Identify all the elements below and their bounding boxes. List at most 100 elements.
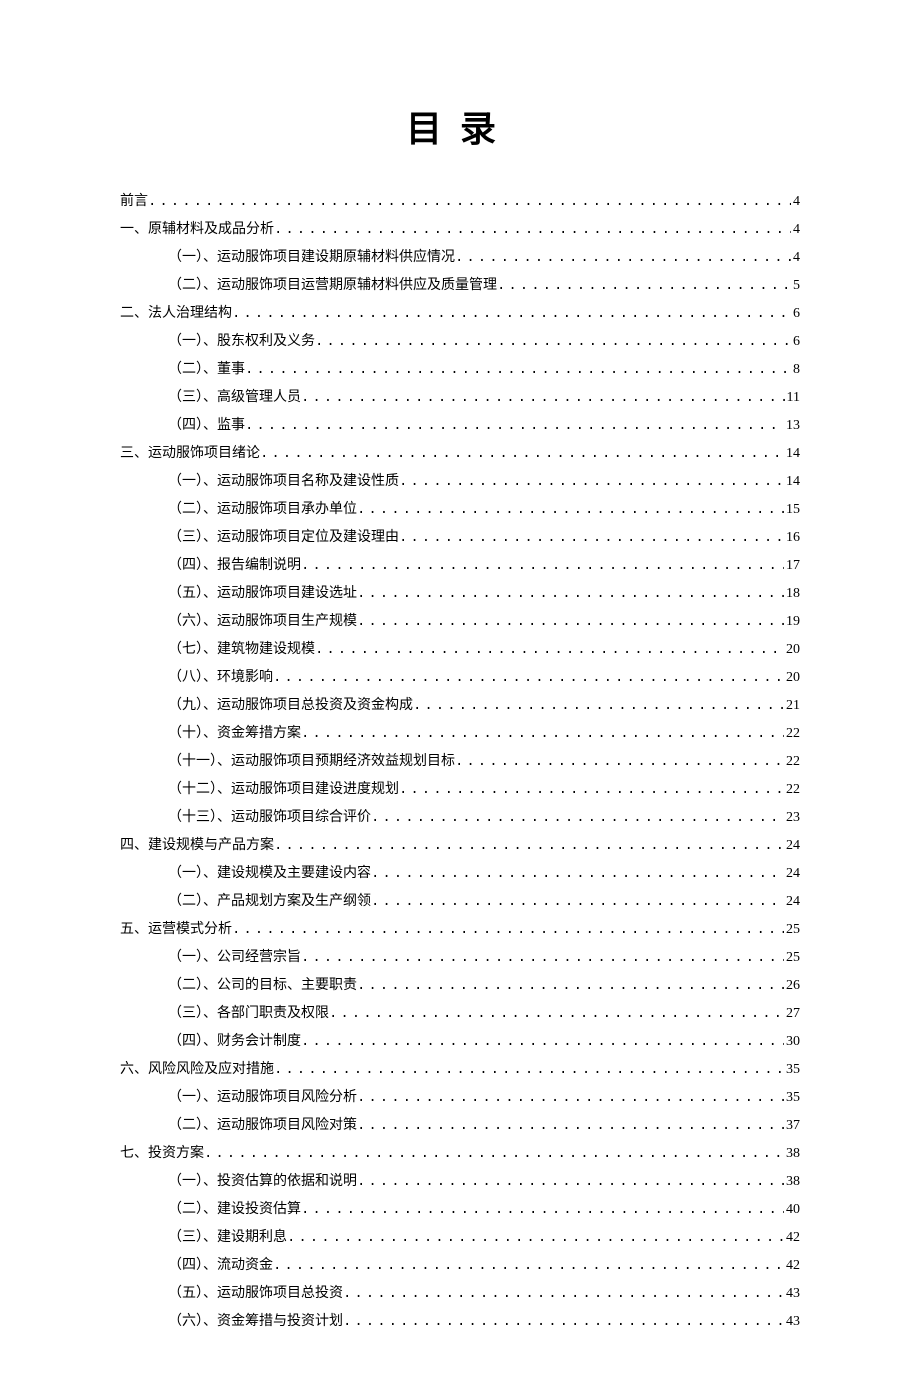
toc-entry-label: （二）、董事 (168, 356, 245, 384)
toc-entry: （十）、资金筹措方案..............................… (120, 720, 800, 748)
toc-entry: （一）、运动服饰项目名称及建设性质.......................… (120, 468, 800, 496)
toc-entry-label: （二）、公司的目标、主要职责 (168, 972, 357, 1000)
toc-entry: （二）、产品规划方案及生产纲领.........................… (120, 888, 800, 916)
toc-entry-label: （二）、建设投资估算 (168, 1196, 301, 1224)
toc-entry: （一）、投资估算的依据和说明..........................… (120, 1168, 800, 1196)
toc-entry-label: （二）、产品规划方案及生产纲领 (168, 888, 371, 916)
toc-entry-page: 22 (784, 720, 800, 748)
toc-entry-page: 23 (784, 804, 800, 832)
toc-leader-dots: ........................................… (301, 1196, 784, 1224)
toc-entry-page: 42 (784, 1252, 800, 1280)
toc-entry: （十三）、运动服饰项目综合评价.........................… (120, 804, 800, 832)
toc-entry-page: 17 (784, 552, 800, 580)
toc-entry: （五）、运动服饰项目总投资...........................… (120, 1280, 800, 1308)
toc-entry-page: 21 (784, 692, 800, 720)
toc-entry-label: （七）、建筑物建设规模 (168, 636, 315, 664)
toc-leader-dots: ........................................… (329, 1000, 784, 1028)
toc-entry-page: 38 (784, 1168, 800, 1196)
toc-leader-dots: ........................................… (357, 1084, 784, 1112)
toc-entry-page: 4 (791, 244, 800, 272)
toc-entry-page: 24 (784, 832, 800, 860)
toc-entry: （一）、建设规模及主要建设内容.........................… (120, 860, 800, 888)
toc-entry-label: （三）、高级管理人员 (168, 384, 301, 412)
toc-entry-label: 五、运营模式分析 (120, 916, 232, 944)
toc-leader-dots: ........................................… (245, 412, 784, 440)
toc-leader-dots: ........................................… (232, 916, 784, 944)
toc-entry-label: （九）、运动服饰项目总投资及资金构成 (168, 692, 413, 720)
toc-leader-dots: ........................................… (399, 468, 784, 496)
toc-entry-label: （一）、股东权利及义务 (168, 328, 315, 356)
toc-leader-dots: ........................................… (245, 356, 791, 384)
toc-leader-dots: ........................................… (301, 1028, 784, 1056)
toc-entry-page: 42 (784, 1224, 800, 1252)
toc-entry-page: 6 (791, 300, 800, 328)
toc-leader-dots: ........................................… (399, 524, 784, 552)
toc-entry-page: 18 (784, 580, 800, 608)
toc-entry-label: （四）、监事 (168, 412, 245, 440)
toc-entry: （二）、董事..................................… (120, 356, 800, 384)
toc-leader-dots: ........................................… (260, 440, 784, 468)
toc-entry-label: （一）、建设规模及主要建设内容 (168, 860, 371, 888)
toc-leader-dots: ........................................… (273, 1252, 784, 1280)
toc-leader-dots: ........................................… (232, 300, 791, 328)
toc-entry-page: 22 (784, 748, 800, 776)
toc-entry-page: 19 (784, 608, 800, 636)
toc-entry-label: （三）、运动服饰项目定位及建设理由 (168, 524, 399, 552)
toc-entry-label: （五）、运动服饰项目建设选址 (168, 580, 357, 608)
toc-leader-dots: ........................................… (357, 496, 784, 524)
toc-entry-label: （三）、各部门职责及权限 (168, 1000, 329, 1028)
toc-leader-dots: ........................................… (357, 972, 784, 1000)
toc-entry: 一、原辅材料及成品分析.............................… (120, 216, 800, 244)
toc-entry: （二）、运动服饰项目运营期原辅材料供应及质量管理................… (120, 272, 800, 300)
toc-entry-label: （六）、运动服饰项目生产规模 (168, 608, 357, 636)
toc-leader-dots: ........................................… (287, 1224, 784, 1252)
page-title: 目录 (120, 100, 800, 152)
toc-entry: 前言......................................… (120, 188, 800, 216)
toc-leader-dots: ........................................… (497, 272, 791, 300)
toc-entry: （三）、各部门职责及权限............................… (120, 1000, 800, 1028)
toc-entry-label: 三、运动服饰项目绪论 (120, 440, 260, 468)
toc-entry-page: 14 (784, 468, 800, 496)
toc-entry-label: （一）、公司经营宗旨 (168, 944, 301, 972)
toc-leader-dots: ........................................… (301, 944, 784, 972)
toc-entry: （七）、建筑物建设规模.............................… (120, 636, 800, 664)
toc-entry-label: （一）、投资估算的依据和说明 (168, 1168, 357, 1196)
toc-entry: （三）、运动服饰项目定位及建设理由.......................… (120, 524, 800, 552)
toc-entry: （二）、公司的目标、主要职责..........................… (120, 972, 800, 1000)
toc-entry-label: （二）、运动服饰项目风险对策 (168, 1112, 357, 1140)
toc-leader-dots: ........................................… (274, 1056, 784, 1084)
toc-entry: （四）、财务会计制度..............................… (120, 1028, 800, 1056)
toc-entry: （六）、资金筹措与投资计划...........................… (120, 1308, 800, 1336)
toc-leader-dots: ........................................… (357, 1168, 784, 1196)
toc-entry-page: 5 (791, 272, 800, 300)
toc-entry-page: 25 (784, 944, 800, 972)
toc-entry: 六、风险风险及应对措施.............................… (120, 1056, 800, 1084)
toc-entry-page: 43 (784, 1280, 800, 1308)
toc-leader-dots: ........................................… (315, 328, 791, 356)
toc-leader-dots: ........................................… (455, 244, 791, 272)
toc-entry-page: 16 (784, 524, 800, 552)
toc-entry-label: （十三）、运动服饰项目综合评价 (168, 804, 371, 832)
toc-leader-dots: ........................................… (343, 1308, 784, 1336)
toc-entry: （一）、运动服饰项目建设期原辅材料供应情况...................… (120, 244, 800, 272)
toc-entry: （三）、高级管理人员..............................… (120, 384, 800, 412)
toc-leader-dots: ........................................… (315, 636, 784, 664)
toc-entry-label: 前言 (120, 188, 148, 216)
toc-entry: （五）、运动服饰项目建设选址..........................… (120, 580, 800, 608)
toc-entry-label: （一）、运动服饰项目建设期原辅材料供应情况 (168, 244, 455, 272)
toc-entry: （二）、建设投资估算..............................… (120, 1196, 800, 1224)
toc-entry: （四）、流动资金................................… (120, 1252, 800, 1280)
toc-leader-dots: ........................................… (399, 776, 784, 804)
toc-entry-label: （二）、运动服饰项目运营期原辅材料供应及质量管理 (168, 272, 497, 300)
toc-leader-dots: ........................................… (357, 1112, 784, 1140)
toc-leader-dots: ........................................… (357, 580, 784, 608)
toc-entry-page: 24 (784, 888, 800, 916)
toc-leader-dots: ........................................… (371, 888, 784, 916)
toc-entry-page: 43 (784, 1308, 800, 1336)
toc-entry-label: （二）、运动服饰项目承办单位 (168, 496, 357, 524)
toc-entry-label: （十二）、运动服饰项目建设进度规划 (168, 776, 399, 804)
toc-entry: （十二）、运动服饰项目建设进度规划.......................… (120, 776, 800, 804)
toc-entry-label: （八）、环境影响 (168, 664, 273, 692)
toc-entry-label: （一）、运动服饰项目名称及建设性质 (168, 468, 399, 496)
toc-entry-page: 8 (791, 356, 800, 384)
